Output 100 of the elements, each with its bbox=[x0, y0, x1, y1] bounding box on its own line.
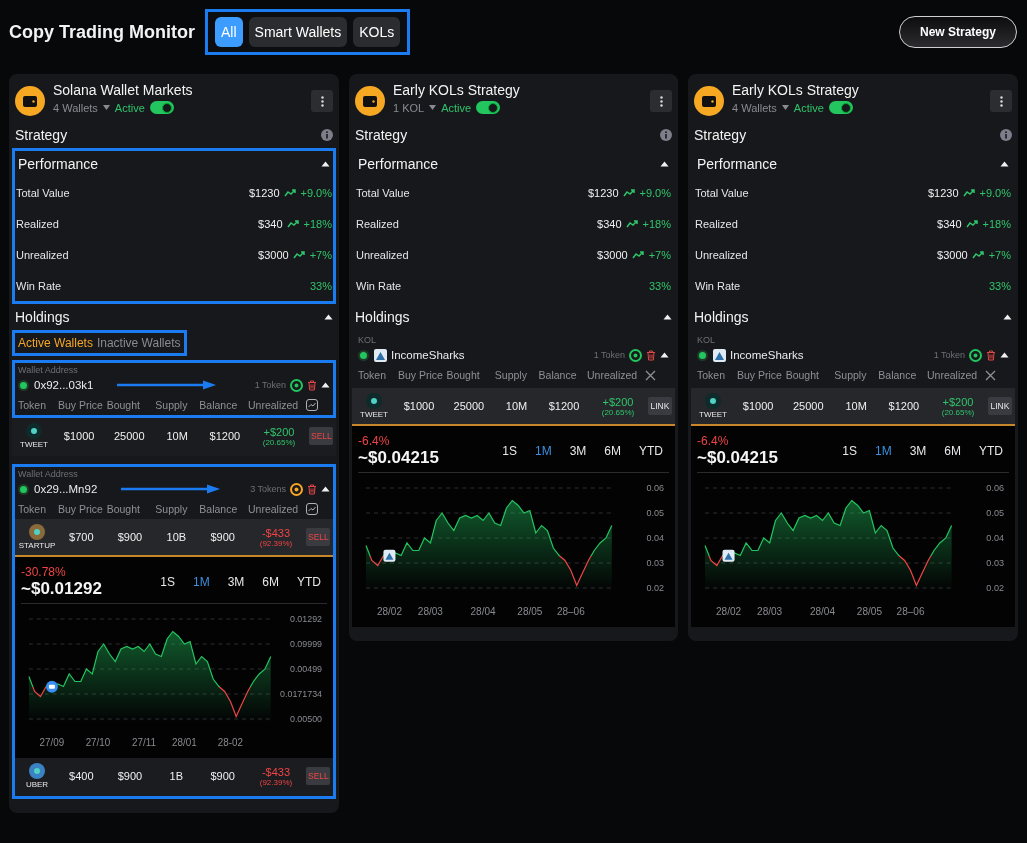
axis-label: 28/01 bbox=[172, 736, 197, 748]
active-toggle[interactable] bbox=[828, 101, 853, 114]
metric-label: Realized bbox=[356, 217, 399, 230]
column-header: Buy Price bbox=[58, 399, 104, 411]
caret-up-icon[interactable] bbox=[321, 382, 330, 388]
trash-icon[interactable] bbox=[307, 483, 317, 495]
range-tab[interactable]: YTD bbox=[979, 444, 1003, 458]
info-icon[interactable] bbox=[1000, 129, 1012, 141]
more-menu-button[interactable] bbox=[990, 90, 1012, 112]
link-button[interactable]: LINK bbox=[648, 397, 672, 415]
column-header: Buy Price bbox=[737, 369, 783, 381]
position-row[interactable]: UBER $400 $900 1B $900 -$433 (92.39%) SELL bbox=[15, 758, 333, 796]
caret-down-icon[interactable] bbox=[429, 105, 437, 110]
column-header: Supply bbox=[494, 369, 528, 381]
metric-change: +7% bbox=[648, 248, 671, 261]
caret-up-icon[interactable] bbox=[660, 161, 669, 167]
token-count: 1 Token bbox=[933, 350, 965, 360]
active-toggle[interactable] bbox=[476, 101, 501, 114]
caret-up-icon[interactable] bbox=[324, 314, 333, 320]
member-count-dropdown[interactable]: 4 Wallets bbox=[53, 101, 98, 114]
group-name[interactable]: IncomeSharks bbox=[391, 349, 465, 361]
token-price: ~$0.04215 bbox=[697, 448, 778, 468]
token-symbol: TWEET bbox=[360, 410, 388, 419]
position-row[interactable]: STARTUP $700 $900 10B $900 -$433 (92.39%) SELL bbox=[15, 519, 333, 557]
caret-down-icon[interactable] bbox=[781, 105, 789, 110]
column-header: Bought bbox=[446, 369, 481, 381]
range-tab[interactable]: 1S bbox=[502, 444, 517, 458]
caret-up-icon[interactable] bbox=[321, 486, 330, 492]
avatar-marker-icon bbox=[383, 549, 396, 562]
column-header: Balance bbox=[878, 369, 918, 381]
position-row[interactable]: TWEET $1000 25000 10M $1200 +$200 (20.65%) LINK bbox=[691, 388, 1015, 426]
caret-up-icon[interactable] bbox=[1003, 314, 1012, 320]
trash-icon[interactable] bbox=[307, 379, 317, 391]
range-tab[interactable]: 1M bbox=[193, 575, 210, 589]
metric-label: Unrealized bbox=[16, 248, 69, 261]
range-tab[interactable]: 1S bbox=[842, 444, 857, 458]
caret-up-icon[interactable] bbox=[1000, 352, 1009, 358]
info-icon[interactable] bbox=[321, 129, 333, 141]
column-header: Supply bbox=[155, 503, 189, 515]
target-icon[interactable] bbox=[969, 348, 982, 362]
x-logo-icon[interactable] bbox=[645, 369, 656, 381]
caret-up-icon[interactable] bbox=[660, 352, 669, 358]
active-toggle[interactable] bbox=[149, 101, 174, 114]
avatar-marker-icon bbox=[722, 549, 735, 562]
range-tab[interactable]: 3M bbox=[227, 575, 245, 589]
metric-label: Win Rate bbox=[356, 279, 402, 292]
member-count-dropdown[interactable]: 4 Wallets bbox=[732, 101, 777, 114]
member-count-dropdown[interactable]: 1 KOL bbox=[393, 101, 425, 114]
wallet-tab[interactable]: Active Wallets bbox=[18, 336, 93, 350]
trash-icon[interactable] bbox=[646, 349, 656, 361]
position-row[interactable]: TWEET $1000 25000 10M $1200 +$200 (20.65%) SELL bbox=[12, 418, 336, 456]
target-icon[interactable] bbox=[290, 378, 303, 392]
x-logo-icon[interactable] bbox=[985, 369, 996, 381]
token-price: ~$0.01292 bbox=[21, 579, 102, 599]
target-icon[interactable] bbox=[629, 348, 642, 362]
range-tab[interactable]: YTD bbox=[297, 575, 321, 589]
info-icon[interactable] bbox=[660, 129, 672, 141]
axis-label: 0.00499 bbox=[289, 663, 323, 674]
range-tab[interactable]: 6M bbox=[604, 444, 621, 458]
range-tab[interactable]: 1S bbox=[160, 575, 175, 589]
metric-label: Win Rate bbox=[695, 279, 741, 292]
range-tab[interactable]: 1M bbox=[535, 444, 552, 458]
chart-box-icon[interactable] bbox=[306, 399, 318, 411]
range-tab[interactable]: 6M bbox=[944, 444, 961, 458]
axis-label: 0.01292 bbox=[289, 613, 323, 624]
range-tab[interactable]: 1M bbox=[875, 444, 892, 458]
filter-tab[interactable]: Smart Wallets bbox=[248, 17, 348, 47]
filter-tab[interactable]: KOLs bbox=[353, 17, 401, 47]
table-cell-text: $900 bbox=[116, 531, 144, 543]
range-tab[interactable]: 3M bbox=[569, 444, 587, 458]
target-icon[interactable] bbox=[290, 482, 303, 496]
metric-value: $340 bbox=[937, 217, 962, 230]
status-dot bbox=[360, 351, 367, 359]
position-row[interactable]: TWEET $1000 25000 10M $1200 +$200 (20.65%) LINK bbox=[352, 388, 675, 426]
column-header: Token bbox=[358, 369, 388, 381]
caret-up-icon[interactable] bbox=[321, 161, 330, 167]
group-name[interactable]: 0x29...Mn92 bbox=[34, 483, 98, 495]
table-cell-text: $900 bbox=[209, 770, 236, 782]
group-name[interactable]: IncomeSharks bbox=[730, 349, 804, 361]
new-strategy-button[interactable]: New Strategy bbox=[898, 16, 1017, 48]
caret-down-icon[interactable] bbox=[102, 105, 110, 110]
group-name[interactable]: 0x92...03k1 bbox=[34, 379, 94, 391]
trash-icon[interactable] bbox=[986, 349, 996, 361]
more-menu-button[interactable] bbox=[650, 90, 672, 112]
wallet-tab[interactable]: Inactive Wallets bbox=[96, 336, 181, 350]
table-cell-text: 25000 bbox=[452, 400, 486, 412]
axis-label: 28–06 bbox=[556, 606, 585, 617]
range-tab[interactable]: YTD bbox=[639, 444, 663, 458]
caret-up-icon[interactable] bbox=[1000, 161, 1009, 167]
caret-up-icon[interactable] bbox=[663, 314, 672, 320]
section-title: Performance bbox=[18, 156, 99, 172]
section-title: Strategy bbox=[694, 127, 747, 143]
table-cell-text: $700 bbox=[68, 531, 95, 543]
axis-label: 28/04 bbox=[809, 606, 836, 617]
chart-box-icon[interactable] bbox=[306, 503, 318, 515]
range-tab[interactable]: 6M bbox=[262, 575, 279, 589]
more-menu-button[interactable] bbox=[311, 90, 333, 112]
link-button[interactable]: LINK bbox=[988, 397, 1012, 415]
range-tab[interactable]: 3M bbox=[909, 444, 927, 458]
column-header: Unrealized bbox=[248, 503, 300, 515]
